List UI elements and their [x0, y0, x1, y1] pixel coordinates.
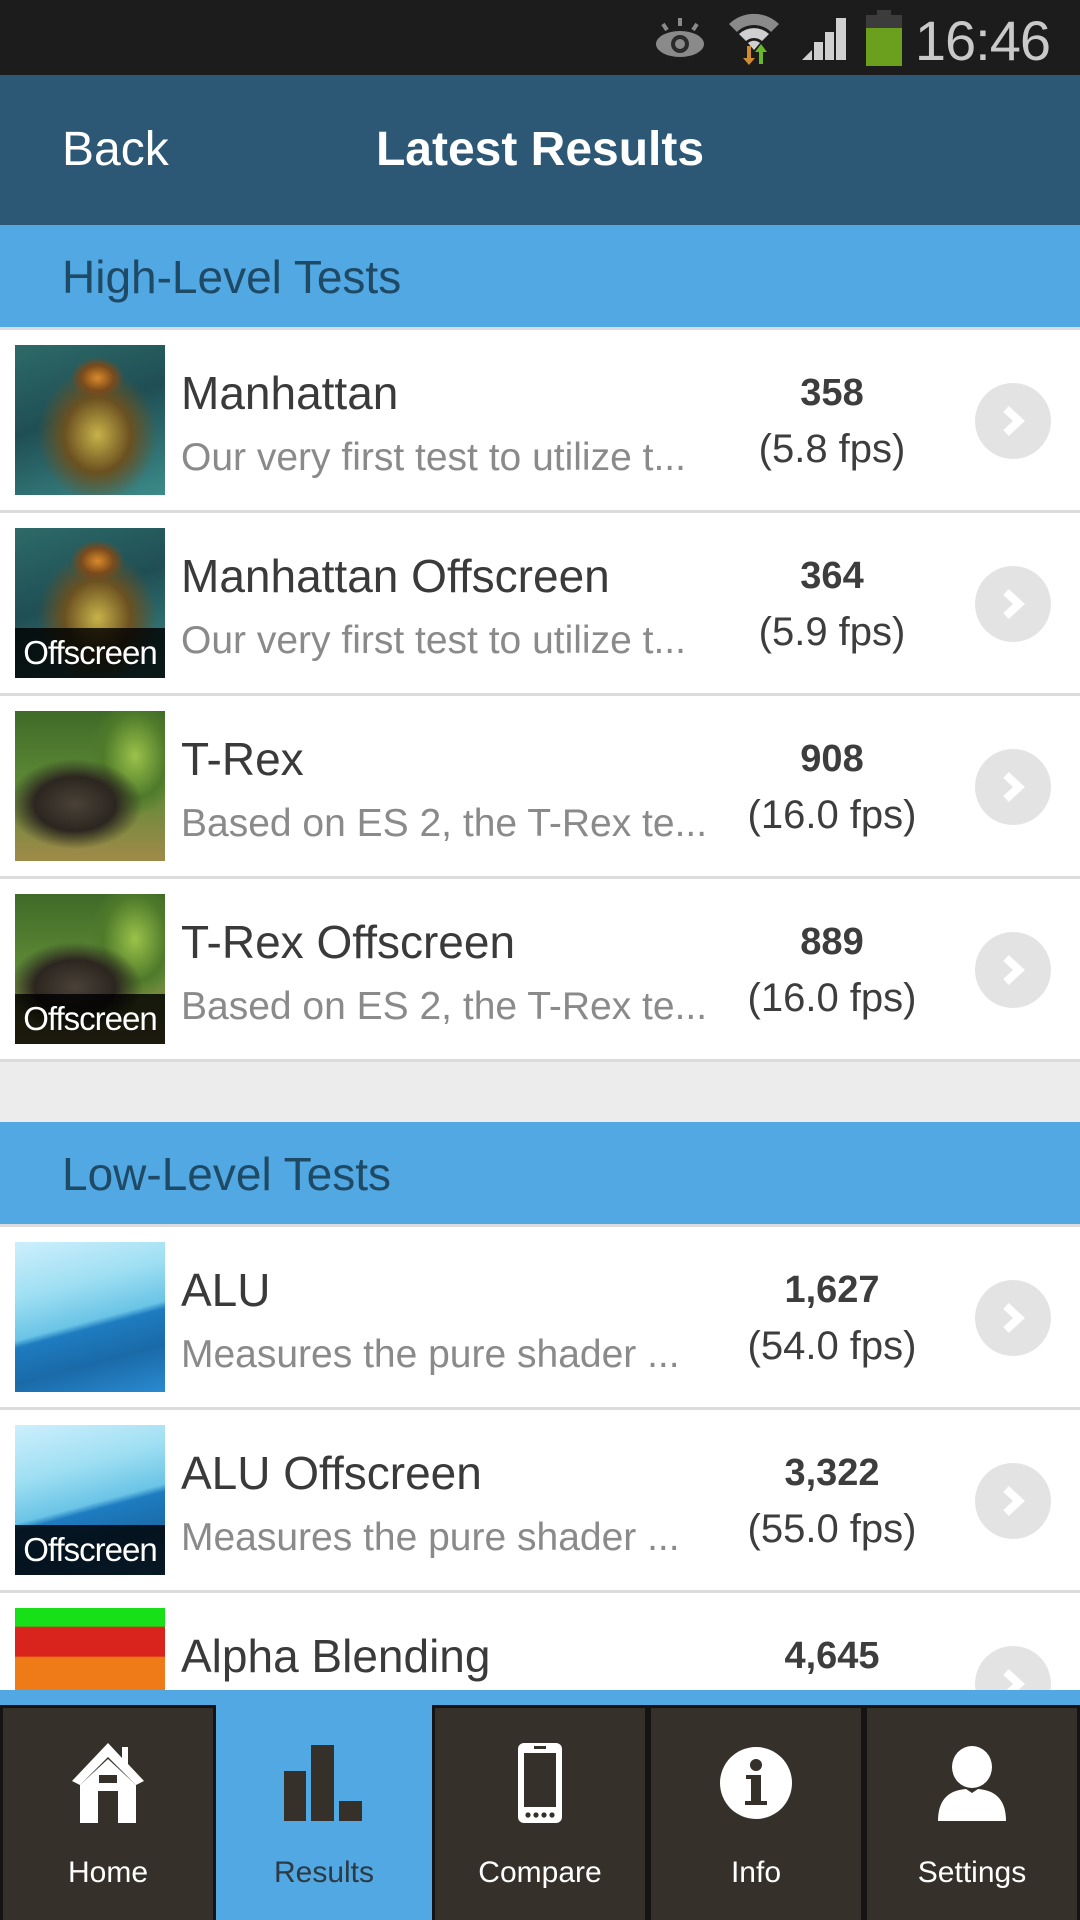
section-header-low-level: Low-Level Tests — [0, 1122, 1080, 1227]
tab-compare[interactable]: Compare — [432, 1705, 648, 1920]
chevron-right-icon — [1003, 589, 1025, 619]
wifi-icon — [726, 0, 782, 75]
result-row-manhattan-offscreen[interactable]: Offscreen Manhattan Offscreen Our very f… — [0, 513, 1080, 696]
test-description: Based on ES 2, the T-Rex te... — [181, 985, 708, 1028]
clock: 16:46 — [914, 9, 1051, 72]
score: 358 — [800, 372, 864, 414]
fps: (16.0 fps) — [747, 976, 917, 1020]
test-description: Measures the pure shader ... — [181, 1333, 680, 1376]
chevron-right-icon — [1003, 772, 1025, 802]
back-button[interactable]: Back — [62, 75, 169, 225]
section-header-high-level: High-Level Tests — [0, 225, 1080, 330]
fps: (5.8 fps) — [758, 427, 906, 471]
chevron-right-icon — [1003, 406, 1025, 436]
tab-label: Compare — [478, 1856, 602, 1889]
score-block: 3,322 (55.0 fps) — [722, 1450, 942, 1552]
fps: (55.0 fps) — [747, 1507, 917, 1551]
offscreen-badge: Offscreen — [15, 628, 165, 678]
test-name: T-Rex Offscreen — [181, 916, 516, 968]
test-name: Alpha Blending — [181, 1630, 491, 1682]
test-name: Manhattan — [181, 367, 399, 419]
details-button[interactable] — [975, 566, 1051, 642]
test-description: Measures the pure shader ... — [181, 1516, 680, 1559]
home-icon — [3, 1738, 213, 1828]
tab-label: Results — [273, 1856, 375, 1889]
test-name: ALU — [181, 1264, 271, 1316]
tab-settings[interactable]: Settings — [864, 1705, 1080, 1920]
user-icon — [867, 1738, 1077, 1828]
eye-icon — [652, 0, 708, 75]
score-block: 4,645 — [722, 1633, 942, 1689]
status-bar: 16:46 — [0, 0, 1080, 75]
result-row-alu[interactable]: ALU Measures the pure shader ... 1,627 (… — [0, 1227, 1080, 1410]
tab-label: Settings — [917, 1856, 1027, 1889]
thumbnail-manhattan — [15, 345, 165, 495]
section-spacer — [0, 1062, 1080, 1122]
chevron-right-icon — [1003, 1486, 1025, 1516]
test-description: Our very first test to utilize t... — [181, 619, 686, 662]
tab-results[interactable]: Results — [216, 1705, 432, 1920]
score: 3,322 — [784, 1452, 880, 1494]
result-row-trex[interactable]: T-Rex Based on ES 2, the T-Rex te... 908… — [0, 696, 1080, 879]
score: 1,627 — [784, 1269, 880, 1311]
tab-info[interactable]: Info — [648, 1705, 864, 1920]
details-button[interactable] — [975, 1463, 1051, 1539]
score-block: 889 (16.0 fps) — [722, 919, 942, 1021]
thumbnail-alu-offscreen: Offscreen — [15, 1425, 165, 1575]
tab-label: Home — [67, 1856, 149, 1889]
score: 889 — [800, 921, 864, 963]
score-block: 364 (5.9 fps) — [722, 553, 942, 655]
chevron-right-icon — [1003, 955, 1025, 985]
result-row-manhattan[interactable]: Manhattan Our very first test to utilize… — [0, 330, 1080, 513]
details-button[interactable] — [975, 383, 1051, 459]
app-header: Latest Results Back — [0, 75, 1080, 225]
score-block: 358 (5.8 fps) — [722, 370, 942, 472]
signal-icon — [800, 0, 850, 75]
score: 4,645 — [784, 1635, 880, 1677]
thumbnail-trex-offscreen: Offscreen — [15, 894, 165, 1044]
battery-icon — [864, 0, 904, 75]
bar-chart-icon — [219, 1738, 429, 1828]
score: 364 — [800, 555, 864, 597]
chevron-right-icon — [1003, 1669, 1025, 1690]
test-description: Based on ES 2, the T-Rex te... — [181, 802, 708, 845]
score-block: 908 (16.0 fps) — [722, 736, 942, 838]
result-row-alpha-blending[interactable]: Alpha Blending 4,645 — [0, 1593, 1080, 1690]
chevron-right-icon — [1003, 1303, 1025, 1333]
phone-icon — [435, 1738, 645, 1828]
info-icon — [651, 1738, 861, 1828]
test-name: Manhattan Offscreen — [181, 550, 610, 602]
thumbnail-trex — [15, 711, 165, 861]
score: 908 — [800, 738, 864, 780]
offscreen-badge: Offscreen — [15, 994, 165, 1044]
results-list[interactable]: High-Level Tests Manhattan Our very firs… — [0, 225, 1080, 1690]
test-name: T-Rex — [181, 733, 304, 785]
fps: (5.9 fps) — [758, 610, 906, 654]
test-description: Our very first test to utilize t... — [181, 436, 686, 479]
result-row-trex-offscreen[interactable]: Offscreen T-Rex Offscreen Based on ES 2,… — [0, 879, 1080, 1062]
thumbnail-alu — [15, 1242, 165, 1392]
offscreen-badge: Offscreen — [15, 1525, 165, 1575]
thumbnail-manhattan-offscreen: Offscreen — [15, 528, 165, 678]
fps: (16.0 fps) — [747, 793, 917, 837]
result-row-alu-offscreen[interactable]: Offscreen ALU Offscreen Measures the pur… — [0, 1410, 1080, 1593]
details-button[interactable] — [975, 932, 1051, 1008]
score-block: 1,627 (54.0 fps) — [722, 1267, 942, 1369]
thumbnail-alpha-blending — [15, 1608, 165, 1690]
details-button[interactable] — [975, 1280, 1051, 1356]
tab-label: Info — [730, 1856, 782, 1889]
details-button[interactable] — [975, 749, 1051, 825]
test-name: ALU Offscreen — [181, 1447, 482, 1499]
fps: (54.0 fps) — [747, 1324, 917, 1368]
tab-home[interactable]: Home — [0, 1705, 216, 1920]
details-button[interactable] — [975, 1646, 1051, 1690]
